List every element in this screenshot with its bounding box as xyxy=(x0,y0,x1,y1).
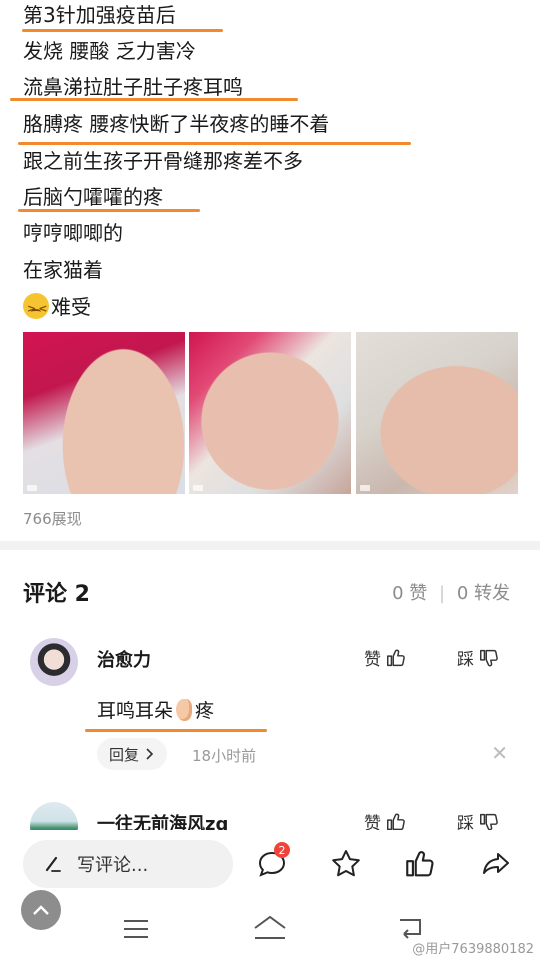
post-line-7: 哼哼唧唧的 xyxy=(23,221,123,245)
post-line-5: 跟之前生孩子开骨缝那疼差不多 xyxy=(23,149,303,173)
comment-text-before: 耳鸣耳朵 xyxy=(97,700,174,722)
comment-like-button[interactable]: 赞 xyxy=(364,645,407,670)
comments-header: 评论 2 0 赞 | 0 转发 xyxy=(0,570,540,614)
underline-1 xyxy=(22,29,223,32)
view-count: 766展现 xyxy=(23,510,82,528)
post-line-4: 胳膊疼 腰疼快断了半夜疼的睡不着 xyxy=(23,112,330,136)
post-photo-2[interactable] xyxy=(189,332,351,494)
pen-icon xyxy=(45,856,61,872)
avatar[interactable] xyxy=(30,802,78,830)
comment-placeholder: 写评论... xyxy=(77,855,149,876)
comment-input[interactable]: 写评论... xyxy=(23,840,233,888)
thumbs-down-icon xyxy=(480,649,498,666)
dislike-label: 踩 xyxy=(457,814,474,830)
post-line-8: 在家猫着 xyxy=(23,258,103,282)
thumbs-up-icon xyxy=(387,649,405,666)
photo-badge-icon xyxy=(27,485,37,491)
message-button[interactable]: 2 xyxy=(252,842,292,884)
reply-label: 回复 xyxy=(109,745,140,764)
close-icon[interactable]: ✕ xyxy=(491,741,508,765)
post-line-3: 流鼻涕拉肚子肚子疼耳鸣 xyxy=(23,75,243,99)
share-arrow-icon xyxy=(483,853,509,874)
thumbs-up-icon xyxy=(406,851,434,877)
stats-separator: | xyxy=(439,583,446,604)
post-line-1: 第3针加强疫苗后 xyxy=(23,3,176,27)
underline-4 xyxy=(18,142,411,145)
chevron-right-icon xyxy=(146,748,154,760)
bottom-action-bar: 写评论... 2 xyxy=(0,830,540,900)
scroll-top-button[interactable] xyxy=(21,890,61,930)
avatar[interactable] xyxy=(30,638,78,686)
home-icon[interactable] xyxy=(252,914,288,946)
ear-emoji-icon xyxy=(176,699,193,721)
message-badge: 2 xyxy=(274,842,290,858)
comment-item: 一往无前海风zq 赞 踩 xyxy=(0,800,540,830)
comments-stats: 0 赞 | 0 转发 xyxy=(392,579,510,605)
post-photo-3[interactable] xyxy=(356,332,518,494)
thumbs-down-icon xyxy=(480,813,498,830)
watermark: @用户7639880182 xyxy=(412,942,534,957)
like-label: 赞 xyxy=(364,814,381,830)
comments-title: 评论 2 xyxy=(23,582,90,607)
comment-text: 耳鸣耳朵疼 xyxy=(97,696,214,723)
comment-underline xyxy=(85,729,267,732)
post-photo-1[interactable] xyxy=(23,332,185,494)
photo-badge-icon xyxy=(360,485,370,491)
comment-username[interactable]: 治愈力 xyxy=(97,646,151,672)
chevron-up-icon xyxy=(33,905,49,915)
section-divider xyxy=(0,541,540,550)
comment-dislike-button[interactable]: 踩 xyxy=(457,645,500,670)
thumbs-up-icon xyxy=(387,813,405,830)
post-body: 第3针加强疫苗后 发烧 腰酸 乏力害冷 流鼻涕拉肚子肚子疼耳鸣 胳膊疼 腰疼快断… xyxy=(0,0,540,540)
reposts-count[interactable]: 0 转发 xyxy=(457,583,510,604)
menu-icon[interactable] xyxy=(122,917,150,945)
photo-badge-icon xyxy=(193,485,203,491)
underline-3 xyxy=(10,98,298,101)
favorite-button[interactable] xyxy=(326,844,366,884)
comment-time: 18小时前 xyxy=(192,747,257,765)
like-label: 赞 xyxy=(364,650,381,670)
post-line-6: 后脑勺嚯嚯的疼 xyxy=(23,185,163,209)
reply-button[interactable]: 回复 xyxy=(97,738,168,770)
underline-6 xyxy=(18,209,200,212)
post-line-2: 发烧 腰酸 乏力害冷 xyxy=(23,39,196,63)
comment-dislike-button[interactable]: 踩 xyxy=(457,809,500,830)
comment-text-after: 疼 xyxy=(195,700,215,722)
comment-username[interactable]: 一往无前海风zq xyxy=(97,810,228,830)
share-button[interactable] xyxy=(476,844,516,884)
like-button[interactable] xyxy=(400,844,440,884)
post-line-9: 难受 xyxy=(23,293,91,322)
post-line-9-text: 难受 xyxy=(51,295,91,319)
persevering-face-emoji-icon xyxy=(23,293,49,322)
comment-like-button[interactable]: 赞 xyxy=(364,809,407,830)
likes-count[interactable]: 0 赞 xyxy=(392,583,427,604)
dislike-label: 踩 xyxy=(457,650,474,670)
star-icon xyxy=(332,850,360,877)
